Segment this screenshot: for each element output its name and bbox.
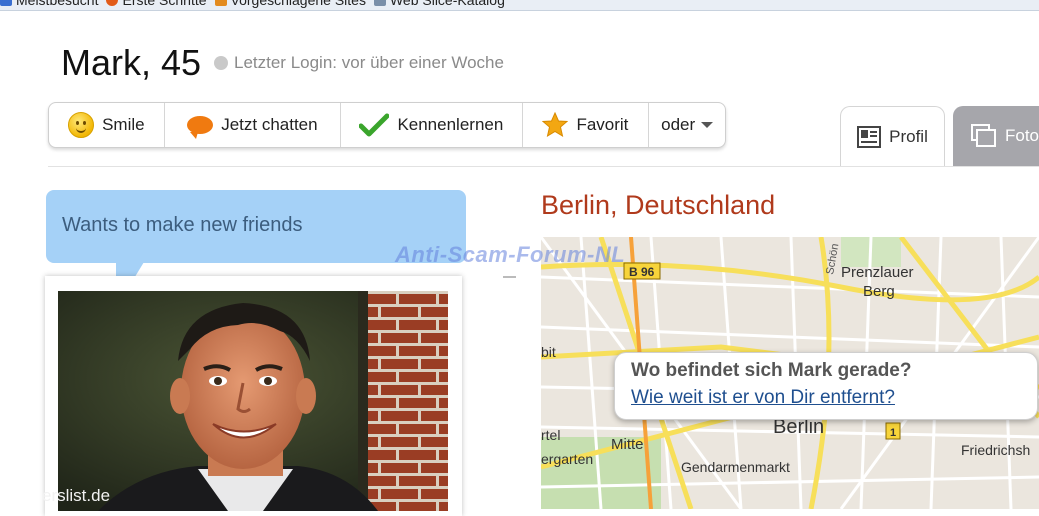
star-icon	[542, 112, 569, 138]
get-to-know-button[interactable]: Kennenlernen	[341, 103, 523, 147]
chevron-down-icon	[701, 122, 714, 128]
favorite-link-meistbesucht[interactable]: Meistbesucht	[0, 0, 98, 8]
smile-label: Smile	[102, 115, 145, 134]
about-text: Wants to make new friends	[62, 214, 303, 236]
divider-dash	[503, 276, 516, 278]
map-label-road-1: 1	[890, 427, 896, 439]
smile-button[interactable]: Smile	[49, 103, 165, 147]
favorite-link-erste-schritte[interactable]: Erste Schritte	[106, 0, 207, 8]
favorite-button[interactable]: Favorit	[523, 103, 650, 147]
online-status-dot	[214, 56, 228, 70]
tab-fotos-label: Fotos	[1005, 126, 1039, 145]
more-actions-dropdown[interactable]: oder	[649, 103, 725, 147]
distance-link[interactable]: Wie weit ist er von Dir entfernt?	[631, 387, 895, 409]
favorites-bar: Meistbesucht Erste Schritte Vorgeschlage…	[0, 0, 1039, 11]
chat-now-button[interactable]: Jetzt chatten	[165, 103, 342, 147]
tab-profil-label: Profil	[889, 127, 928, 146]
location-title: Berlin, Deutschland	[541, 190, 776, 220]
ie-page-icon	[0, 0, 12, 6]
favorite-label: Vorgeschlagene Sites	[230, 0, 366, 8]
map-label-bit: bit	[541, 344, 556, 360]
smiley-icon	[68, 112, 95, 138]
chat-now-label: Jetzt chatten	[221, 115, 318, 134]
map-label-berg: Berg	[863, 283, 895, 300]
map-label-gendarmenmarkt: Gendarmenmarkt	[681, 459, 790, 475]
profile-card-icon	[857, 126, 882, 148]
last-login-text: Letzter Login: vor über einer Woche	[234, 53, 504, 72]
profile-photo-image	[58, 291, 448, 511]
map-popup-title: Wo befindet sich Mark gerade?	[631, 360, 912, 381]
chat-bubble-icon	[187, 116, 214, 139]
map-label-ergarten: ergarten	[541, 451, 593, 467]
favorite-label: Meistbesucht	[16, 0, 99, 8]
photo-watermark: erslist.de	[42, 486, 111, 505]
profile-name-age: Mark, 45	[61, 42, 202, 83]
favorite-link-web-slice[interactable]: Web Slice-Katalog	[373, 0, 505, 8]
map-label-b96: B 96	[629, 265, 655, 279]
favorite-label: Erste Schritte	[122, 0, 207, 8]
map-label-friedrichs: Friedrichsh	[961, 442, 1030, 458]
photos-icon	[971, 124, 996, 147]
map-label-prenzlauer: Prenzlauer	[841, 264, 914, 281]
tab-fotos[interactable]: Fotos	[953, 106, 1039, 166]
tab-profil[interactable]: Profil	[840, 106, 945, 167]
firefox-icon	[106, 0, 119, 6]
forum-watermark: Anti-Scam-Forum-NL	[395, 242, 626, 267]
more-actions-label: oder	[661, 115, 696, 134]
favorite-label: Favorit	[576, 115, 629, 134]
tab-divider	[48, 166, 1039, 167]
profile-photo[interactable]	[58, 291, 448, 511]
action-bar: Smile Jetzt chatten Kennenlernen Favorit…	[48, 102, 726, 148]
favorite-link-vorgeschlagene-sites[interactable]: Vorgeschlagene Sites	[214, 0, 366, 8]
map-label-mitte: Mitte	[611, 436, 644, 453]
favorite-label: Web Slice-Katalog	[389, 0, 505, 8]
map-label-rtel: rtel	[541, 427, 560, 443]
checkmark-icon	[359, 113, 390, 137]
web-slice-icon	[373, 0, 386, 6]
get-to-know-label: Kennenlernen	[397, 115, 504, 134]
suggested-sites-icon	[214, 0, 227, 6]
